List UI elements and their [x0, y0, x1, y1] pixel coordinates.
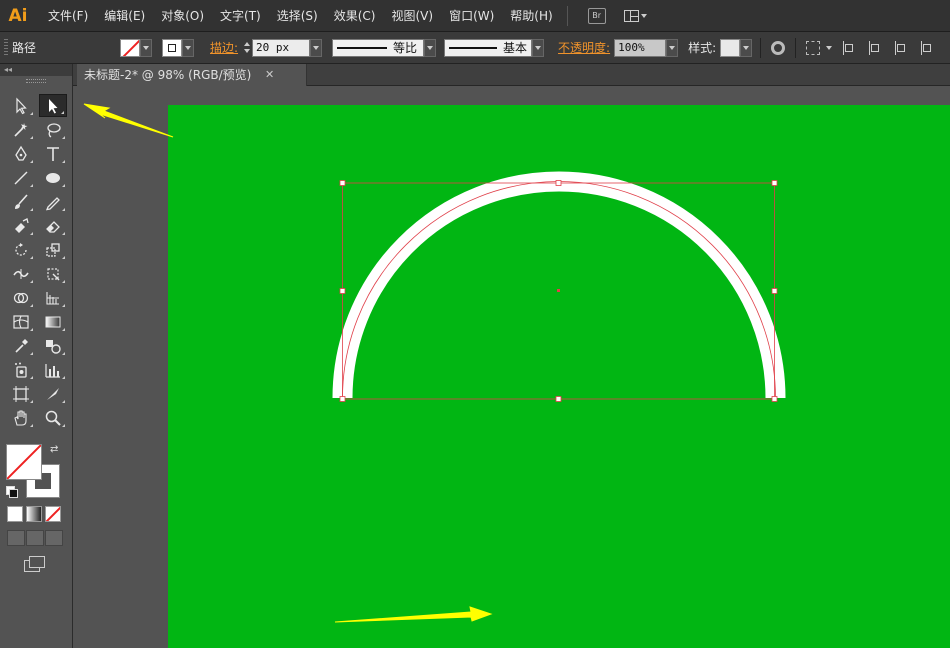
handle-middle-left[interactable]: [339, 288, 346, 294]
annotation-arrow-bottom: [334, 606, 493, 623]
handle-bottom-right[interactable]: [771, 396, 778, 402]
handle-top-center[interactable]: [555, 180, 562, 186]
handle-top-right[interactable]: [771, 180, 778, 186]
artwork-layer: [83, 103, 786, 623]
center-point: [557, 289, 560, 292]
annotation-arrow-top: [83, 103, 174, 138]
handle-middle-right[interactable]: [771, 288, 778, 294]
handle-bottom-left[interactable]: [339, 396, 346, 402]
handle-bottom-center[interactable]: [555, 396, 562, 402]
handle-top-left[interactable]: [339, 180, 346, 186]
